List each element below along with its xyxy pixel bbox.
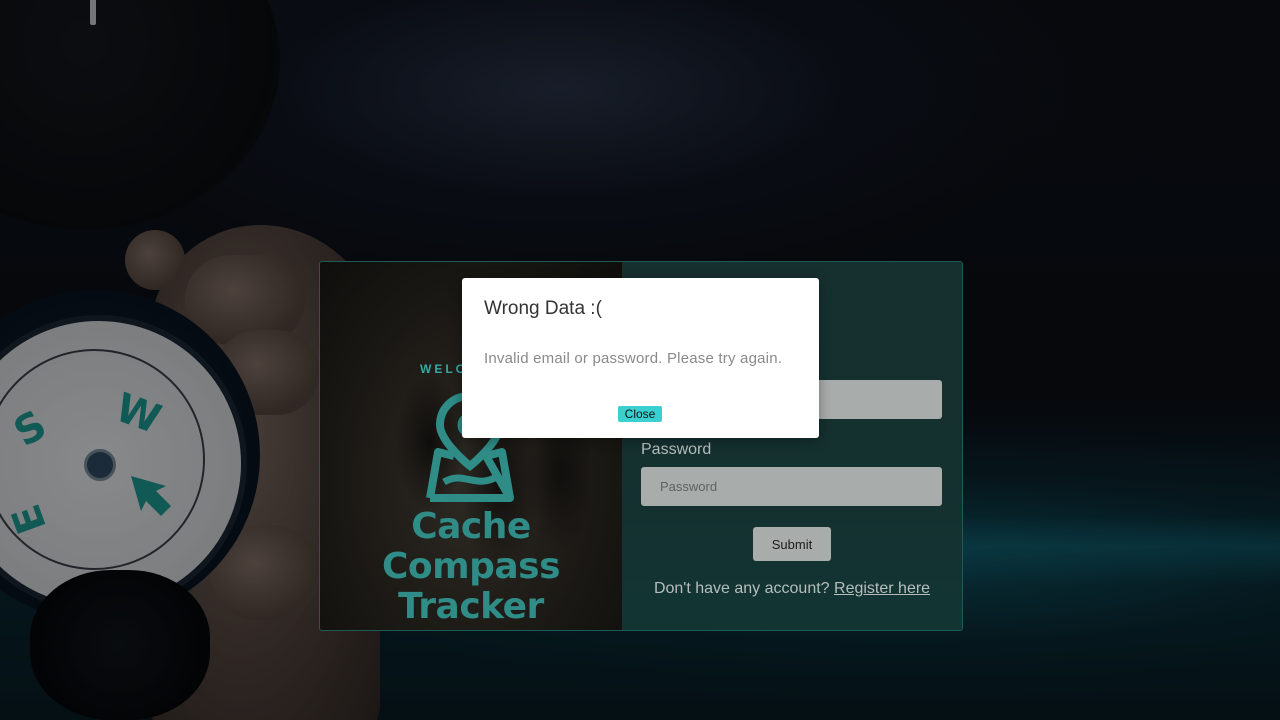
modal-message: Invalid email or password. Please try ag… — [484, 350, 783, 367]
brand-line-1: Cache Compass — [381, 506, 561, 587]
modal-title: Wrong Data :( — [484, 298, 602, 319]
password-input[interactable] — [641, 467, 942, 506]
brand-name: Cache Compass Tracker — [320, 507, 622, 627]
close-button[interactable]: Close — [618, 406, 662, 422]
error-modal: Wrong Data :( Invalid email or password.… — [462, 278, 819, 438]
submit-button[interactable]: Submit — [753, 527, 831, 561]
register-link[interactable]: Register here — [834, 580, 930, 597]
register-prompt: Don't have any account? Register here — [622, 580, 962, 598]
brand-line-2: Tracker — [398, 586, 544, 627]
register-prompt-text: Don't have any account? — [653, 580, 830, 597]
password-label: Password — [641, 441, 712, 458]
welcome-text: WELC — [420, 362, 468, 376]
